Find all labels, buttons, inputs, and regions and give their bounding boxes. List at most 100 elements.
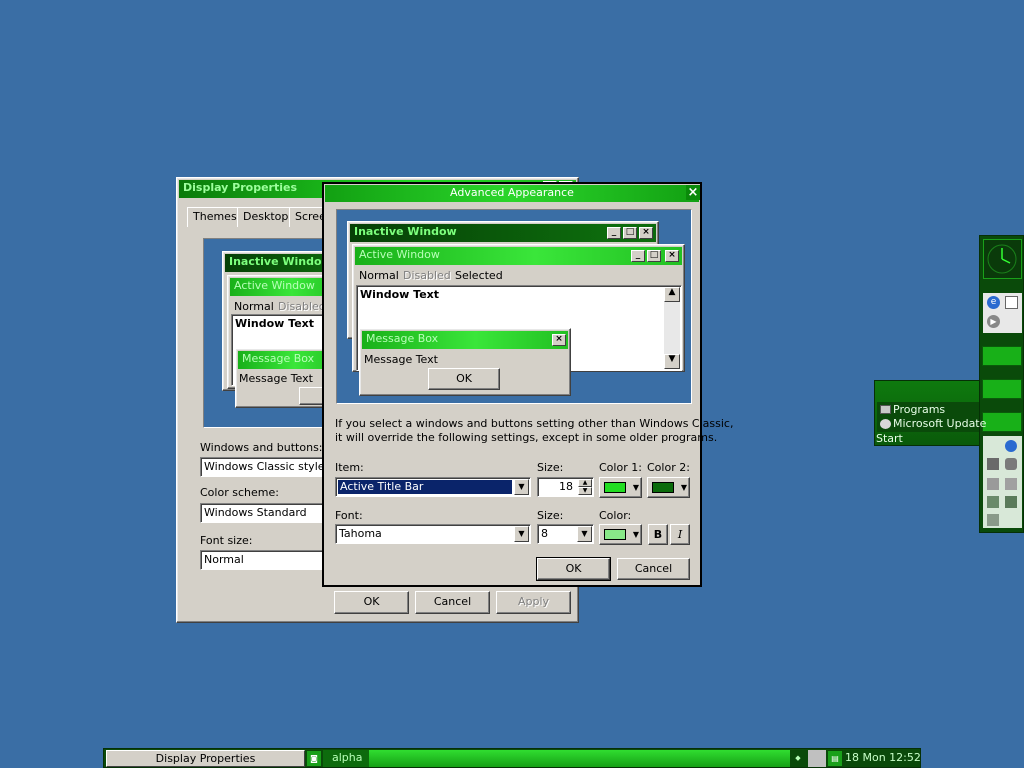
bold-button[interactable]: B	[648, 524, 668, 545]
spin-up-icon[interactable]: ▲	[578, 479, 592, 487]
window-title: Display Properties	[183, 181, 298, 194]
side-menu: Programs Microsoft Update Start	[874, 380, 986, 446]
color2-picker[interactable]: ▼	[647, 477, 690, 498]
font-select[interactable]: Tahoma ▼	[335, 524, 531, 544]
taskbar-empty-area	[369, 750, 790, 767]
color-scheme-select[interactable]: Windows Standard	[200, 503, 325, 523]
network-tray-icon[interactable]	[808, 750, 826, 767]
preview-menu-normal: Normal	[234, 300, 274, 313]
dock-slot-1[interactable]	[982, 346, 1022, 366]
update-icon	[880, 419, 891, 429]
ok-button[interactable]: OK	[334, 591, 409, 614]
chevron-down-icon: ▼	[680, 483, 687, 492]
document-icon[interactable]	[1005, 296, 1018, 309]
preview-msgbox-text: Message Text	[364, 353, 438, 366]
menu-item-microsoft-update[interactable]: Microsoft Update	[877, 417, 986, 431]
font-color-label: Color:	[599, 509, 632, 522]
system-tray	[983, 436, 1022, 528]
start-button[interactable]: Start	[875, 432, 979, 446]
advanced-appearance-titlebar[interactable]: Advanced Appearance	[325, 185, 699, 202]
font-size-select[interactable]: Normal	[200, 550, 325, 570]
close-icon: ×	[639, 227, 653, 239]
network-icon[interactable]	[987, 458, 999, 470]
advanced-appearance-dialog: Advanced Appearance × Inactive Window _ …	[322, 182, 733, 587]
dock-launchers: e ▶	[983, 293, 1022, 333]
font-color-picker[interactable]: ▼	[599, 524, 642, 545]
maximize-icon: □	[647, 250, 661, 262]
preview-inactive-title: Inactive Window	[350, 224, 606, 242]
font-size-label: Font size:	[200, 534, 253, 547]
color1-swatch	[604, 482, 626, 493]
tab-desktop[interactable]: Desktop	[237, 207, 295, 227]
cancel-button[interactable]: Cancel	[415, 591, 490, 614]
preview-scrollbar: ▲ ▼	[664, 287, 680, 369]
preview-msgbox-text: Message Text	[239, 372, 313, 385]
taskbar-task-display-properties[interactable]: Display Properties	[106, 750, 305, 767]
spin-down-icon[interactable]: ▼	[578, 487, 592, 495]
item-selected-value: Active Title Bar	[338, 480, 512, 494]
chevron-down-icon[interactable]: ▼	[514, 479, 529, 495]
maximize-icon: □	[623, 227, 637, 239]
color2-swatch	[652, 482, 674, 493]
color2-label: Color 2:	[647, 461, 690, 474]
scroll-up-icon: ▲	[664, 287, 680, 302]
item-select[interactable]: Active Title Bar ▼	[335, 477, 531, 497]
close-icon: ×	[552, 334, 566, 346]
chevron-down-icon[interactable]: ▼	[514, 526, 529, 542]
item-size-label: Size:	[537, 461, 564, 474]
ok-button[interactable]: OK	[536, 557, 611, 581]
dock-slot-3[interactable]	[982, 412, 1022, 432]
preview-msgbox-ok-button: OK	[428, 368, 500, 390]
windows-buttons-label: Windows and buttons:	[200, 441, 323, 454]
cancel-button[interactable]: Cancel	[617, 558, 690, 580]
chevron-down-icon: ▼	[632, 483, 639, 492]
italic-button[interactable]: I	[670, 524, 690, 545]
preview-menu-selected: Selected	[455, 269, 503, 282]
chevron-down-icon: ▼	[632, 530, 639, 539]
info-text-line2: it will override the following settings,…	[335, 431, 718, 444]
apply-button: Apply	[496, 591, 571, 614]
menu-item-programs[interactable]: Programs	[877, 403, 979, 417]
drive-icon[interactable]	[987, 496, 999, 508]
windows-buttons-select[interactable]: Windows Classic style	[200, 457, 325, 477]
font-label: Font:	[335, 509, 363, 522]
minimize-icon: _	[607, 227, 621, 239]
color1-label: Color 1:	[599, 461, 642, 474]
font-size-label: Size:	[537, 509, 564, 522]
taskbar: Display Properties ◙ alpha ◆ ▤ 18 Mon 12…	[103, 748, 921, 768]
preview-message-box: Message Box × Message Text OK	[359, 328, 571, 396]
dialog-title: Advanced Appearance	[450, 186, 574, 199]
scroll-down-icon: ▼	[664, 354, 680, 369]
color-scheme-label: Color scheme:	[200, 486, 279, 499]
font-size-select[interactable]: 8 ▼	[537, 524, 594, 544]
recycle-bin-icon[interactable]	[987, 514, 999, 526]
item-size-spinner[interactable]: 18 ▲ ▼	[537, 477, 594, 497]
info-text-line1: If you select a windows and buttons sett…	[335, 417, 734, 430]
desktop-icon[interactable]: ◙	[307, 751, 321, 766]
preview-menu-disabled: Disabled	[403, 269, 451, 282]
close-icon[interactable]: ×	[686, 185, 700, 200]
preview-msgbox-title: Message Box	[362, 331, 568, 349]
color1-picker[interactable]: ▼	[599, 477, 642, 498]
printer-icon[interactable]	[1005, 478, 1017, 490]
arrow-icon[interactable]: ◆	[791, 751, 805, 766]
settings-icon[interactable]	[1005, 458, 1017, 470]
dock-slot-2[interactable]	[982, 379, 1022, 399]
clock-icon	[983, 239, 1022, 279]
folder-icon	[880, 405, 891, 414]
minimize-icon: _	[631, 250, 645, 262]
workspace-alpha[interactable]: alpha	[323, 750, 369, 767]
volume-icon[interactable]	[987, 478, 999, 490]
media-player-icon[interactable]: ▶	[987, 315, 1000, 328]
window-list-icon[interactable]: ▤	[828, 751, 842, 766]
taskbar-clock[interactable]: 18 Mon 12:52	[845, 750, 921, 767]
appearance-preview: Inactive Window _ □ × Active Window _ □ …	[336, 209, 692, 404]
close-icon: ×	[665, 250, 679, 262]
right-dock: e ▶	[979, 235, 1024, 533]
font-color-swatch	[604, 529, 626, 540]
wifi-icon[interactable]	[1005, 496, 1017, 508]
browser-icon[interactable]: e	[987, 296, 1000, 309]
browser-icon[interactable]	[1005, 440, 1017, 452]
tab-themes[interactable]: Themes	[187, 207, 243, 227]
chevron-down-icon[interactable]: ▼	[577, 526, 592, 542]
